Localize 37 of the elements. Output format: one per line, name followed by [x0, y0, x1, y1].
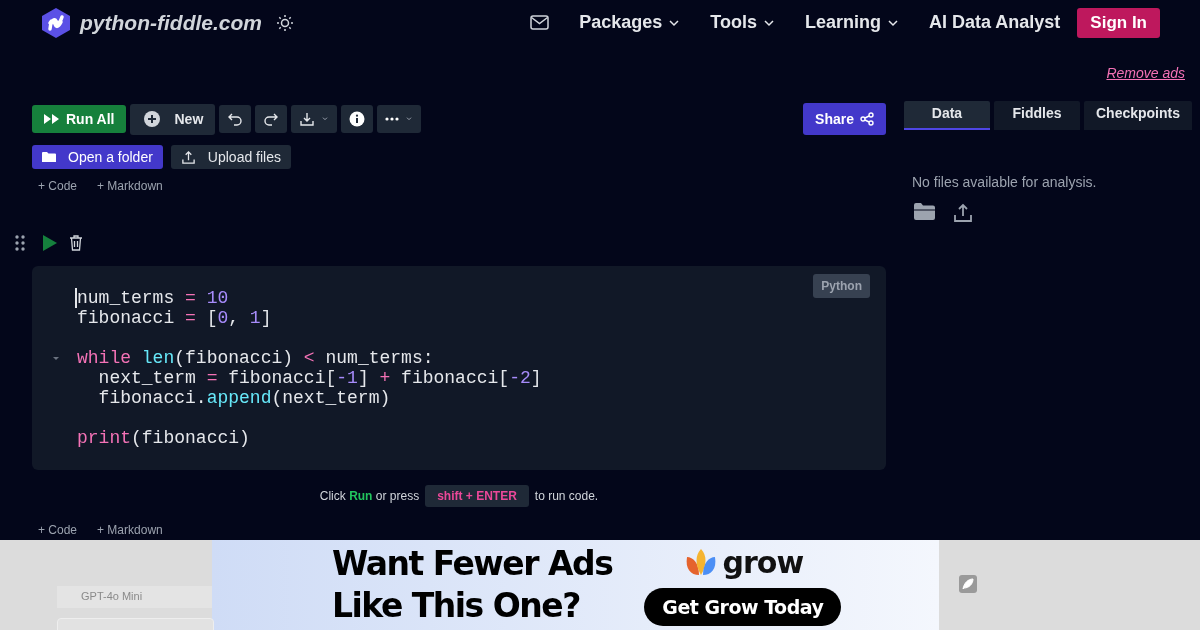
code-line: next_term = fibonacci[-1] + fibonacci[-2] — [97, 368, 542, 388]
nav-menu[interactable]: Tools — [710, 12, 775, 33]
add-code-cell-button[interactable]: + Code — [38, 179, 78, 193]
run-all-button[interactable]: Run All — [32, 105, 127, 133]
ad-cta-button[interactable]: Get Grow Today — [644, 587, 842, 626]
ad-banner[interactable]: Want Fewer Ads Like This One? grow Get Grow Today — [212, 540, 939, 630]
code-line: while len(fibonacci) < num_terms: — [77, 348, 434, 368]
nav-menu[interactable]: Packages — [579, 12, 681, 33]
ad-headline: Want Fewer Ads — [332, 543, 613, 585]
add-markdown-cell-button[interactable]: + Markdown — [97, 179, 163, 193]
code-line: print(fibonacci) — [77, 428, 250, 448]
panel-tab[interactable]: Data — [904, 101, 990, 130]
upload-files-button[interactable]: Upload files — [170, 145, 291, 169]
keyboard-shortcut: shift + ENTER — [425, 485, 529, 507]
ad-headline: Like This One? — [332, 585, 581, 627]
add-markdown-cell-button[interactable]: + Markdown — [97, 523, 163, 537]
add-code-cell-button[interactable]: + Code — [38, 523, 78, 537]
panel-tab[interactable]: Fiddles — [994, 101, 1080, 130]
run-hint-text: to run code. — [534, 489, 599, 503]
code-editor[interactable]: Python num_terms = 10 fibonacci = [0, 1] while len(fibonacci) < num_terms: next_term = fibonacci[-1] + fibonacci[-2] fibonacci.append(next_term) print(fibonacci) — [32, 266, 886, 470]
nav-menu[interactable]: Learning — [804, 12, 899, 33]
sign-in-button[interactable]: Sign In — [1077, 7, 1160, 38]
run-hint-text: Click Run or press — [319, 489, 420, 503]
share-button[interactable]: Share — [803, 103, 886, 135]
empty-state-text: No files available for analysis. — [912, 174, 1098, 190]
language-badge: Python — [813, 274, 870, 298]
code-line: fibonacci = [0, 1] — [77, 308, 272, 328]
code-line: num_terms = 10 — [75, 288, 229, 308]
panel-tab[interactable]: Checkpoints — [1084, 101, 1192, 130]
code-line: fibonacci.append(next_term) — [97, 388, 391, 408]
ad-logo-text: grow — [722, 544, 804, 580]
nav-link[interactable]: AI Data Analyst — [928, 12, 1061, 33]
site-logo-text[interactable]: python-fiddle.com — [80, 10, 262, 35]
new-button[interactable]: New — [130, 103, 216, 135]
model-label: GPT-4o Mini — [57, 586, 212, 608]
open-folder-button[interactable]: Open a folder — [32, 145, 163, 169]
remove-ads-link[interactable]: Remove ads — [1106, 65, 1185, 81]
